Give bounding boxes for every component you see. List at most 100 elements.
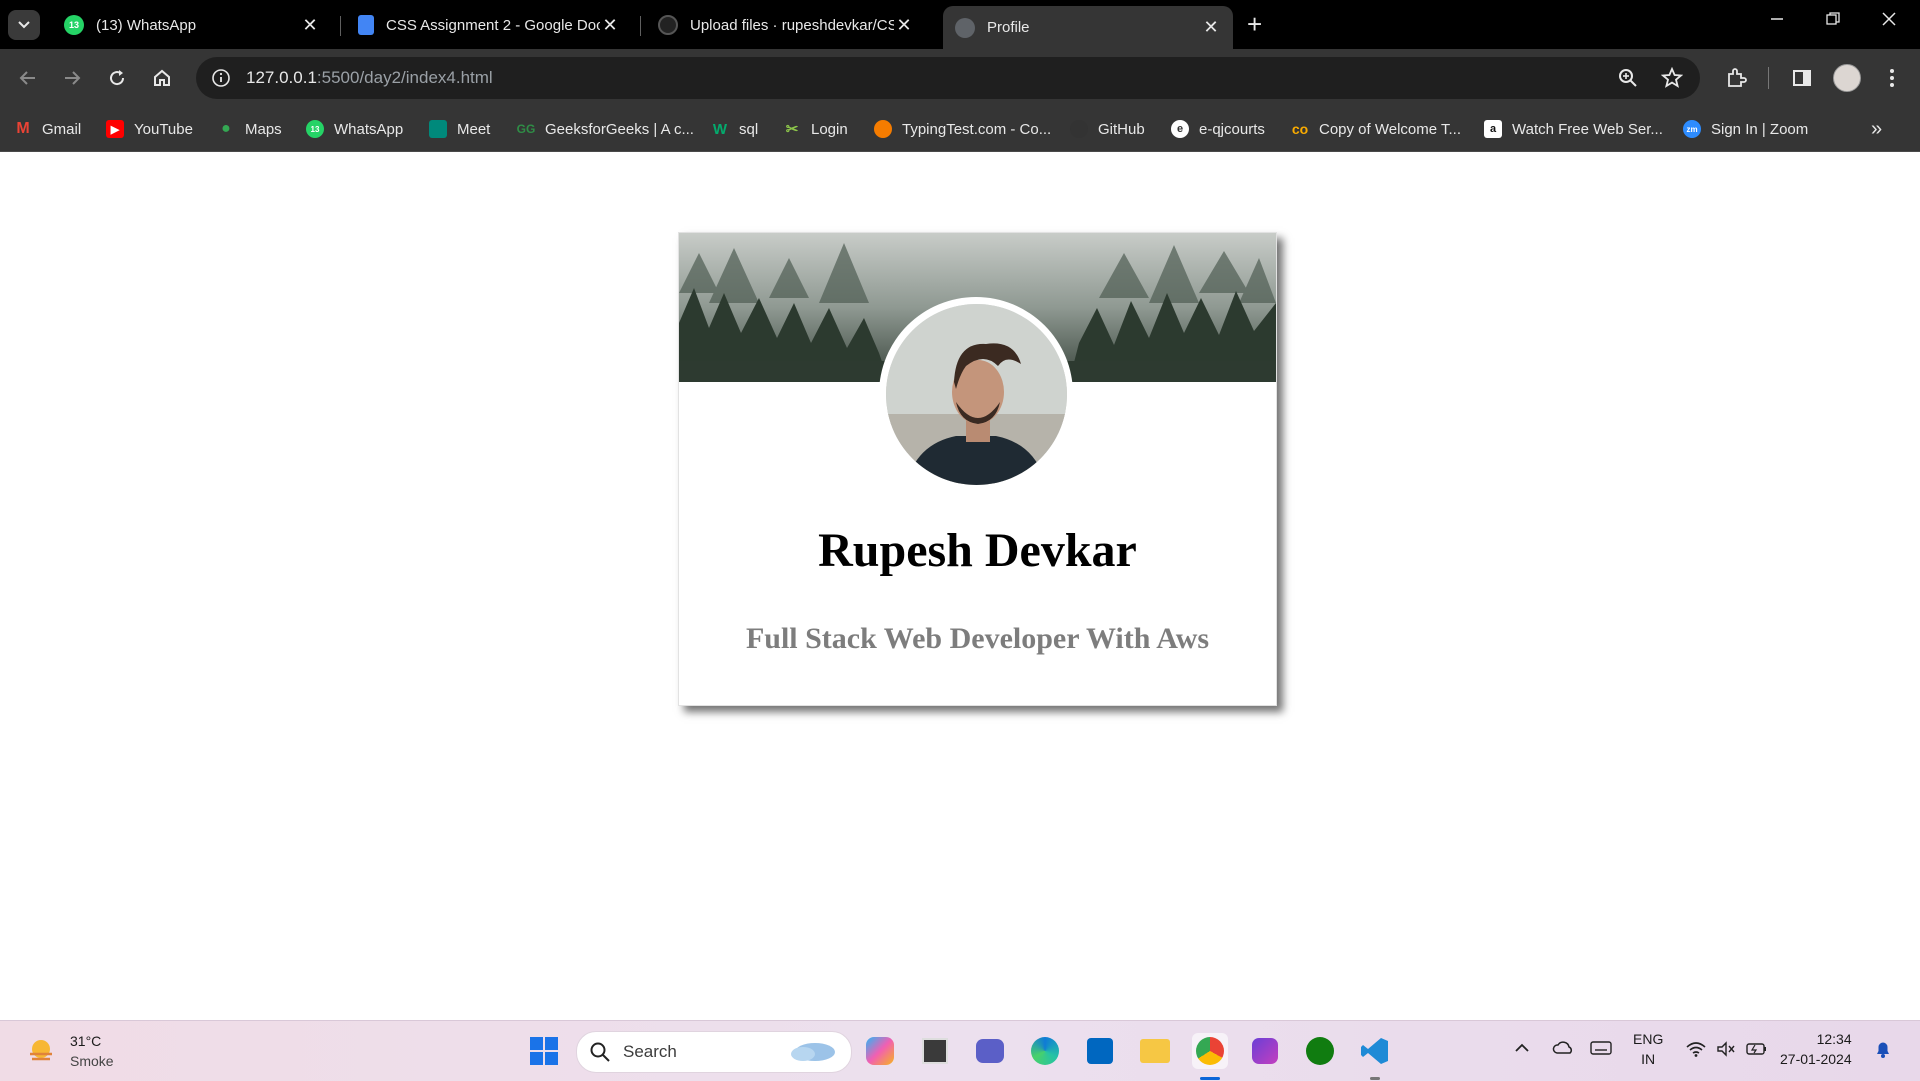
bookmark-geeksforgeeks[interactable]: GG GeeksforGeeks | A c... [517,116,694,142]
more-vertical-icon [1890,69,1894,87]
bookmark-login[interactable]: ✂ Login [783,116,848,142]
site-info-icon[interactable] [210,67,232,89]
folder-icon [1140,1039,1170,1063]
browser-menu-button[interactable] [1878,64,1906,92]
haze-sun-icon [30,1040,52,1061]
youtube-icon: ▶ [106,120,124,138]
edge-app[interactable] [1027,1033,1063,1069]
close-tab-icon[interactable]: ✕ [300,15,320,36]
new-tab-button[interactable]: + [1247,11,1262,37]
close-tab-icon[interactable]: ✕ [894,15,914,36]
battery-button[interactable] [1746,1041,1768,1060]
bookmark-zoom[interactable]: zm Sign In | Zoom [1683,116,1808,142]
tab-google-docs[interactable]: CSS Assignment 2 - Google Docs ✕ [346,6,632,44]
bookmark-github[interactable]: GitHub [1070,116,1145,142]
instagram-app[interactable] [1247,1033,1283,1069]
bookmark-label: Copy of Welcome T... [1319,120,1462,138]
show-hidden-icons-button[interactable] [1514,1041,1530,1057]
input-language-indicator[interactable]: ENG IN [1633,1029,1663,1069]
volume-muted-icon [1717,1041,1735,1057]
reload-button[interactable] [103,64,131,92]
url-text: 127.0.0.1:5500/day2/index4.html [246,68,493,88]
bookmark-label: YouTube [134,120,193,138]
gmail-icon: M [16,120,30,137]
taskbar-search[interactable]: Search [576,1031,852,1073]
avatar-ring [879,297,1073,491]
onedrive-button[interactable] [1552,1041,1574,1058]
more-bookmarks-button[interactable]: » [1871,116,1882,142]
github-icon [658,15,678,35]
touch-keyboard-button[interactable] [1590,1041,1612,1058]
cloud-icon [791,1043,835,1061]
minimize-button[interactable] [1770,10,1784,31]
bookmark-typingtest[interactable]: TypingTest.com - Co... [874,116,1051,142]
teams-chat-app[interactable] [972,1033,1008,1069]
bookmark-sql[interactable]: Wsql [711,116,758,142]
copilot-app[interactable] [862,1033,898,1069]
vscode-app[interactable] [1357,1033,1393,1069]
side-panel-icon [1793,70,1811,86]
bookmark-star-button[interactable] [1660,66,1684,94]
bookmark-colab[interactable]: co Copy of Welcome T... [1291,116,1461,142]
browser-title-bar: 13 (13) WhatsApp ✕ CSS Assignment 2 - Go… [0,0,1920,49]
keyboard-icon [1590,1041,1612,1055]
home-button[interactable] [148,64,176,92]
back-button[interactable] [14,64,42,92]
volume-button[interactable] [1716,1041,1736,1060]
google-docs-icon [358,15,374,35]
close-tab-icon[interactable]: ✕ [1201,17,1221,38]
profile-role: Full Stack Web Developer With Aws [745,622,1210,655]
xbox-app[interactable] [1302,1033,1338,1069]
extensions-button[interactable] [1722,64,1750,92]
chevron-down-icon [18,21,30,29]
browser-toolbar: 127.0.0.1:5500/day2/index4.html [0,49,1920,107]
chevron-up-icon [1515,1043,1529,1052]
bookmark-youtube[interactable]: ▶ YouTube [106,116,193,142]
url-host: 127.0.0.1 [246,68,317,87]
restore-icon [1826,12,1840,25]
store-app[interactable] [1082,1033,1118,1069]
bookmark-label: e-qjcourts [1199,120,1265,138]
bookmark-meet[interactable]: Meet [429,116,490,142]
tab-whatsapp[interactable]: 13 (13) WhatsApp ✕ [52,6,332,44]
system-clock[interactable]: 12:34 27-01-2024 [1780,1029,1852,1069]
tab-github-upload[interactable]: Upload files · rupeshdevkar/CSS ✕ [646,6,926,44]
bookmark-gmail[interactable]: M Gmail [14,116,81,142]
tab-profile[interactable]: Profile ✕ [943,6,1233,49]
bookmark-label: GeeksforGeeks | A c... [545,120,694,138]
profile-avatar-button[interactable] [1833,64,1861,92]
battery-charging-icon [1746,1043,1766,1055]
start-button[interactable] [526,1033,562,1069]
zoom-button[interactable] [1617,67,1639,94]
side-panel-button[interactable] [1788,64,1816,92]
bookmark-whatsapp[interactable]: 13 WhatsApp [306,116,403,142]
vscode-icon [1361,1038,1388,1064]
language-code: ENG [1633,1031,1664,1047]
notifications-button[interactable] [1874,1039,1892,1062]
star-icon [1660,66,1684,88]
address-bar[interactable]: 127.0.0.1:5500/day2/index4.html [196,57,1700,99]
profile-avatar [885,303,1067,485]
restore-button[interactable] [1826,10,1840,31]
search-icon [590,1042,610,1062]
file-explorer-app[interactable] [1137,1033,1173,1069]
bookmark-maps[interactable]: ● Maps [217,116,282,142]
person-portrait-illustration [885,303,1067,485]
chrome-app[interactable] [1192,1033,1228,1069]
geeksforgeeks-icon: GG [516,122,536,136]
maps-icon: ● [221,120,231,137]
bookmark-ecourts[interactable]: e e-qjcourts [1171,116,1265,142]
close-icon [1882,12,1896,26]
forward-button[interactable] [58,64,86,92]
url-path: :5500/day2/index4.html [316,68,493,87]
weather-widget[interactable]: 31°C Smoke [26,1031,114,1071]
wifi-button[interactable] [1686,1041,1706,1060]
close-window-button[interactable] [1882,10,1896,31]
bookmark-amazon[interactable]: a Watch Free Web Ser... [1484,116,1663,142]
bookmark-label: TypingTest.com - Co... [902,120,1052,138]
task-view-app[interactable] [917,1033,953,1069]
puzzle-icon [1728,68,1747,87]
close-tab-icon[interactable]: ✕ [600,15,620,36]
amazon-icon: a [1484,120,1502,138]
tab-search-button[interactable] [8,10,40,40]
